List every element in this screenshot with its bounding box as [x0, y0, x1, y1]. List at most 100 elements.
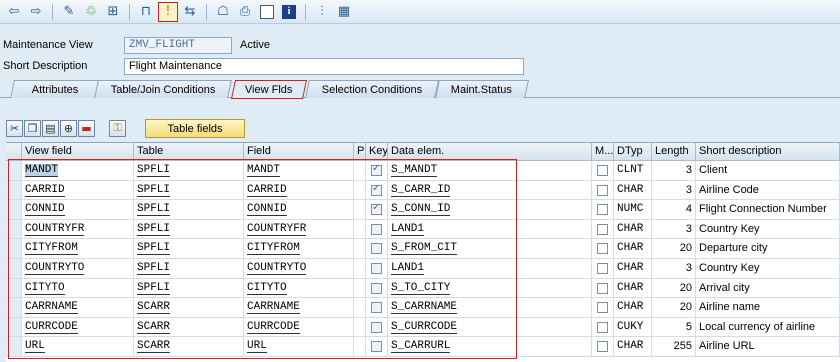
table-fields-button[interactable]: Table fields — [145, 119, 245, 138]
cell-length[interactable]: 20 — [652, 298, 696, 318]
key-checkbox[interactable] — [366, 180, 388, 201]
cell-desc[interactable]: Airline URL — [696, 337, 840, 357]
cell-field[interactable]: CITYTO — [244, 278, 354, 299]
cell-data-elem[interactable]: S_CARRNAME — [388, 298, 592, 318]
cell-field[interactable]: CURRCODE — [244, 317, 354, 338]
cell-view-field[interactable]: CURRCODE — [22, 317, 134, 338]
cell-table[interactable]: SPFLI — [134, 180, 244, 201]
cell-dtyp[interactable]: CHAR — [614, 337, 652, 357]
table-row[interactable]: CURRCODE SCARR CURRCODE S_CURRCODE CUKY 5 Loca… — [6, 317, 840, 338]
row-selector[interactable] — [6, 239, 22, 259]
cell-length[interactable]: 3 — [652, 161, 696, 181]
cell-dtyp[interactable]: CLNT — [614, 161, 652, 181]
cell-field[interactable]: COUNTRYTO — [244, 259, 354, 279]
cell-data-elem[interactable]: S_CONN_ID — [388, 200, 592, 220]
cell-dtyp[interactable]: CHAR — [614, 259, 652, 279]
maint-checkbox[interactable] — [592, 161, 614, 181]
table-icon[interactable]: ▦ — [334, 2, 354, 22]
p-cell[interactable] — [354, 200, 366, 220]
cell-data-elem[interactable]: S_CARR_ID — [388, 180, 592, 201]
cell-view-field[interactable]: COUNTRYTO — [22, 259, 134, 279]
checkbox-icon[interactable] — [597, 282, 608, 294]
checkbox-icon[interactable] — [371, 183, 382, 196]
cell-desc[interactable]: Local currency of airline — [696, 317, 840, 338]
p-cell[interactable] — [354, 180, 366, 201]
row-selector[interactable] — [6, 278, 22, 299]
cell-table[interactable]: SPFLI — [134, 239, 244, 259]
cell-dtyp[interactable]: CHAR — [614, 219, 652, 240]
cell-view-field[interactable]: CARRID — [22, 180, 134, 201]
cell-data-elem[interactable]: LAND1 — [388, 259, 592, 279]
p-cell[interactable] — [354, 337, 366, 357]
column-header-m[interactable]: M... — [592, 143, 614, 161]
copy-icon[interactable]: ❐ — [24, 119, 41, 137]
cell-table[interactable]: SPFLI — [134, 200, 244, 220]
box-icon[interactable] — [257, 2, 277, 22]
checkbox-icon[interactable] — [597, 243, 608, 255]
column-header-data-element[interactable]: Data elem. — [388, 143, 592, 161]
column-header-short-description[interactable]: Short description — [696, 143, 840, 161]
cell-desc[interactable]: Departure city — [696, 239, 840, 259]
cell-view-field[interactable]: CONNID — [22, 200, 134, 220]
cell-view-field[interactable]: COUNTRYFR — [22, 219, 134, 240]
key-checkbox[interactable] — [366, 298, 388, 318]
forward-arrow-icon[interactable]: ⇨ — [26, 2, 46, 22]
p-cell[interactable] — [354, 317, 366, 338]
checkbox-icon[interactable] — [371, 302, 382, 314]
checkbox-icon[interactable] — [371, 223, 382, 235]
maint-checkbox[interactable] — [592, 200, 614, 220]
checkbox-icon[interactable] — [371, 163, 382, 177]
cell-data-elem[interactable]: S_CURRCODE — [388, 317, 592, 338]
cell-data-elem[interactable]: S_FROM_CIT — [388, 239, 592, 259]
table-row[interactable]: CONNID SPFLI CONNID S_CONN_ID NUMC 4 Flight Co… — [6, 200, 840, 220]
column-header-field[interactable]: Field — [244, 143, 354, 161]
cell-table[interactable]: SCARR — [134, 298, 244, 318]
maint-checkbox[interactable] — [592, 219, 614, 240]
table-row[interactable]: CARRID SPFLI CARRID S_CARR_ID CHAR 3 Airline C… — [6, 180, 840, 201]
p-cell[interactable] — [354, 161, 366, 181]
layout-icon[interactable]: ⫶ — [312, 2, 332, 22]
column-header-view-field[interactable]: View field — [22, 143, 134, 161]
cell-field[interactable]: CONNID — [244, 200, 354, 220]
display-change-icon[interactable]: ♲ — [81, 2, 101, 22]
cell-data-elem[interactable]: S_TO_CITY — [388, 278, 592, 299]
key-checkbox[interactable] — [366, 219, 388, 240]
cell-dtyp[interactable]: CHAR — [614, 239, 652, 259]
edit-icon[interactable]: ✎ — [59, 2, 79, 22]
tab-view-flds[interactable]: View Flds — [230, 80, 308, 99]
cell-field[interactable]: CARRID — [244, 180, 354, 201]
checkbox-icon[interactable] — [371, 202, 382, 216]
cell-table[interactable]: SCARR — [134, 317, 244, 338]
checkbox-icon[interactable] — [371, 243, 382, 255]
table-row[interactable]: URL SCARR URL S_CARRURL CHAR 255 Airline URL — [6, 337, 840, 357]
cell-desc[interactable]: Airline name — [696, 298, 840, 318]
table-row[interactable]: CITYTO SPFLI CITYTO S_TO_CITY CHAR 20 Arrival … — [6, 278, 840, 299]
cell-desc[interactable]: Country Key — [696, 259, 840, 279]
checkbox-icon[interactable] — [597, 223, 608, 235]
cell-data-elem[interactable]: LAND1 — [388, 219, 592, 240]
maint-checkbox[interactable] — [592, 278, 614, 299]
checkbox-icon[interactable] — [371, 341, 382, 353]
checkbox-icon[interactable] — [597, 263, 608, 275]
column-header-dtyp[interactable]: DTyp — [614, 143, 652, 161]
p-cell[interactable] — [354, 278, 366, 299]
tab-maint-status[interactable]: Maint.Status — [435, 80, 529, 98]
tab-attributes[interactable]: Attributes — [10, 80, 100, 98]
key-checkbox[interactable] — [366, 317, 388, 338]
cell-dtyp[interactable]: CHAR — [614, 180, 652, 201]
cell-dtyp[interactable]: NUMC — [614, 200, 652, 220]
cell-length[interactable]: 20 — [652, 239, 696, 259]
move-icon[interactable]: ⇆ — [180, 2, 200, 22]
tab-selection-conditions[interactable]: Selection Conditions — [305, 80, 439, 98]
insert-row-icon[interactable]: ⊕ — [60, 119, 77, 137]
column-header-key[interactable]: Key — [366, 143, 388, 161]
p-cell[interactable] — [354, 259, 366, 279]
key-icon[interactable]: ⚿ — [109, 119, 126, 137]
tree-icon[interactable]: ☖ — [213, 2, 233, 22]
checkbox-icon[interactable] — [371, 321, 382, 333]
key-checkbox[interactable] — [366, 337, 388, 357]
cell-table[interactable]: SPFLI — [134, 259, 244, 279]
checkbox-icon[interactable] — [597, 165, 608, 177]
cut-icon[interactable]: ✂ — [6, 119, 23, 137]
row-selector[interactable] — [6, 161, 22, 181]
